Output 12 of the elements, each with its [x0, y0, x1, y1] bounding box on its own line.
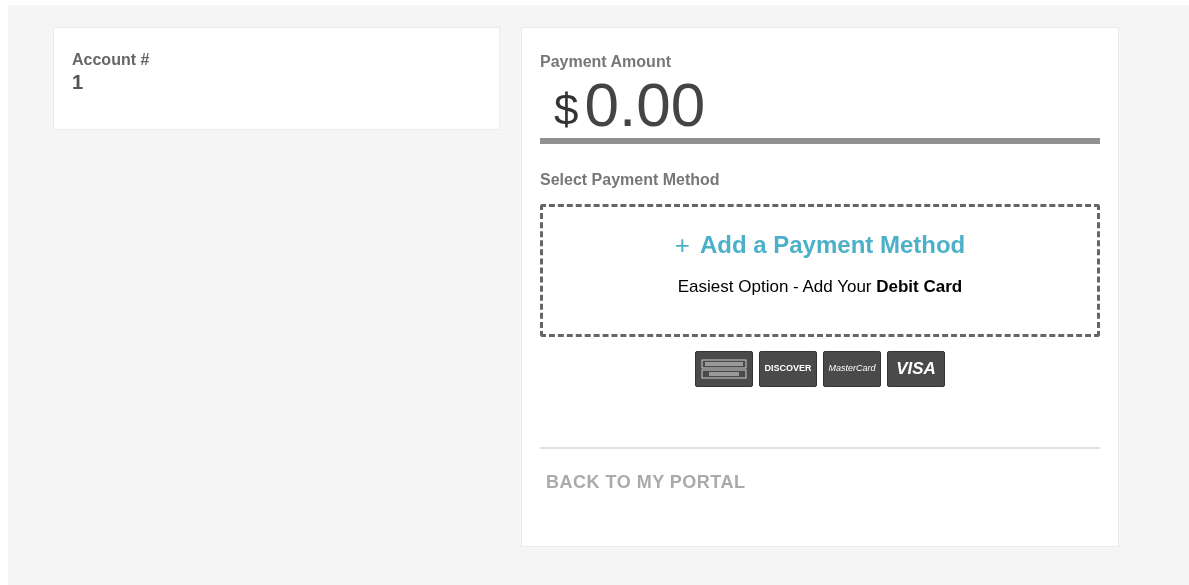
account-label: Account #	[72, 50, 150, 70]
select-method-label: Select Payment Method	[540, 170, 720, 190]
discover-card-logo: DISCOVER	[759, 351, 817, 387]
payment-amount-label: Payment Amount	[540, 52, 671, 72]
amount-field[interactable]: $0.00	[540, 80, 1100, 144]
account-number: 1	[72, 70, 84, 94]
visa-card-logo: VISA	[887, 351, 945, 387]
amex-card-icon	[695, 351, 753, 387]
plus-icon: +	[674, 231, 690, 259]
hint-text: Easiest Option - Add Your Debit Card	[677, 277, 963, 297]
mastercard-card-logo: MasterCard	[823, 351, 881, 387]
add-payment-method-area[interactable]: + Add a Payment Method Easiest Option - Add Your Debit Card	[540, 204, 1100, 337]
